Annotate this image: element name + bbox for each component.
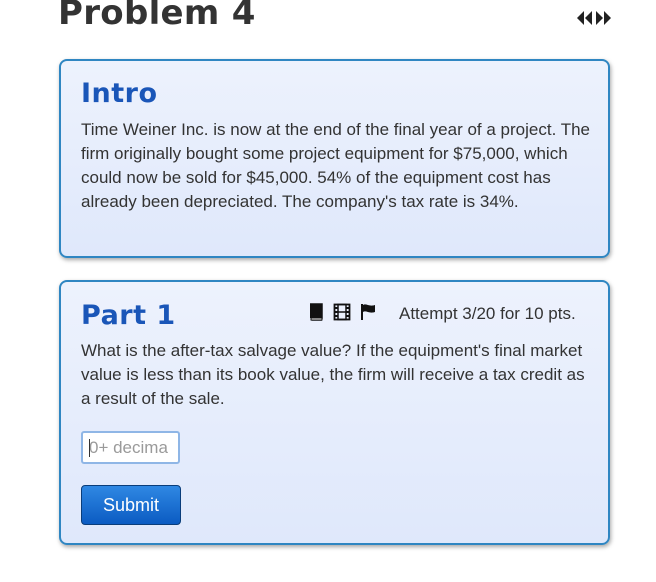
- intro-heading: Intro: [81, 78, 158, 109]
- part-1-card: Part 1 Attempt 3/20 for 10 pts. What is …: [59, 280, 610, 545]
- film-icon[interactable]: [333, 303, 351, 321]
- part-1-heading: Part 1: [81, 300, 176, 331]
- previous-arrow-icon[interactable]: [575, 9, 594, 27]
- problem-title: Problem 4: [58, 0, 256, 33]
- page: Problem 4 Intro Time Weiner Inc. is now …: [0, 0, 656, 582]
- problem-navigation: [575, 9, 613, 27]
- attempt-counter: Attempt 3/20 for 10 pts.: [399, 304, 576, 323]
- text-caret: [89, 439, 90, 457]
- question-text: What is the after-tax salvage value? If …: [81, 341, 585, 408]
- intro-card: Intro Time Weiner Inc. is now at the end…: [59, 59, 610, 258]
- book-icon[interactable]: [307, 303, 325, 321]
- part-tools: [307, 303, 385, 321]
- flag-icon[interactable]: [359, 303, 377, 321]
- answer-input[interactable]: [81, 431, 180, 464]
- intro-text: Time Weiner Inc. is now at the end of th…: [81, 120, 591, 211]
- submit-button[interactable]: Submit: [81, 485, 181, 525]
- next-arrow-icon[interactable]: [594, 9, 613, 27]
